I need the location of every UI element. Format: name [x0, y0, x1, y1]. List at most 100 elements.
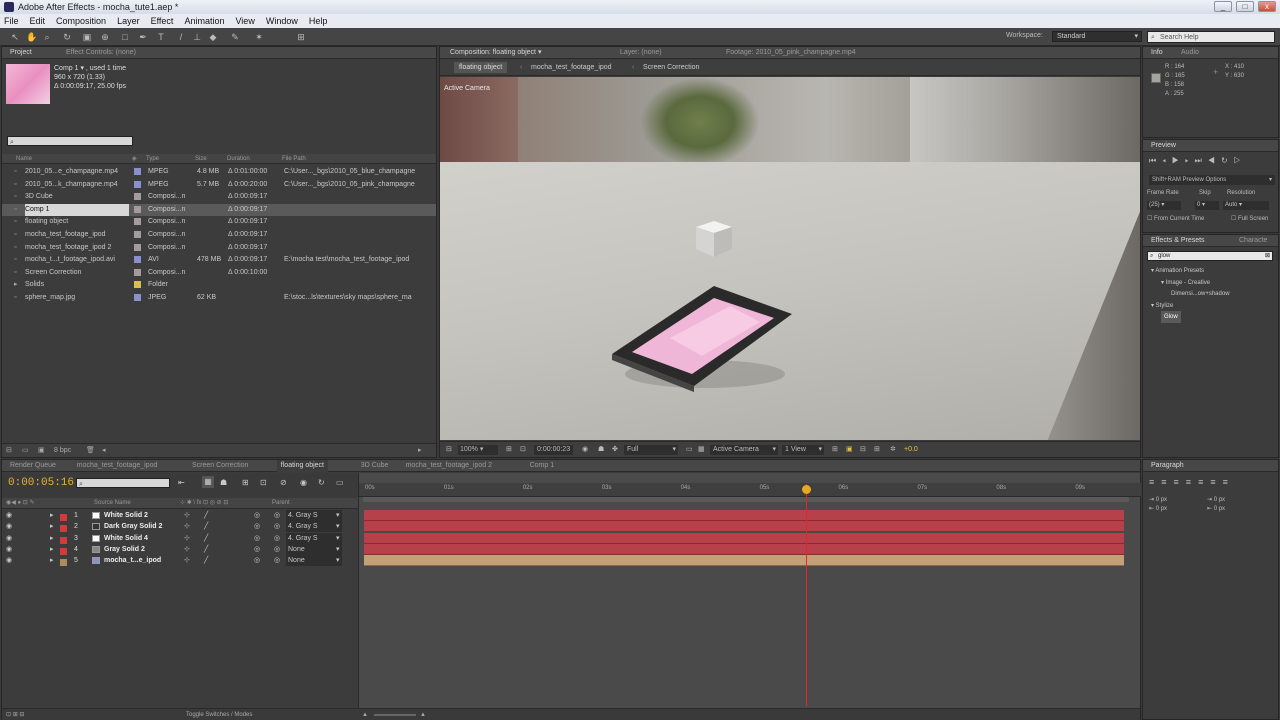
- layer-name[interactable]: Gray Solid 2: [104, 544, 145, 555]
- label-swatch[interactable]: [134, 231, 141, 238]
- col-path[interactable]: File Path: [282, 154, 306, 164]
- search-help-input[interactable]: ⌕ Search Help: [1147, 31, 1275, 43]
- label-swatch[interactable]: [134, 168, 141, 175]
- space-before-field[interactable]: ⇤ 0 px: [1149, 505, 1167, 514]
- show-snapshot-icon[interactable]: ☗: [598, 442, 604, 458]
- rectangle-tool-icon[interactable]: □: [120, 32, 130, 42]
- play-icon[interactable]: ▶: [1172, 156, 1185, 165]
- layer-label-swatch[interactable]: [60, 547, 67, 555]
- project-item[interactable]: ▫ sphere_map.jpg JPEG 62 KB E:\stoc...ls\tex…: [2, 292, 436, 304]
- label-swatch[interactable]: [134, 218, 141, 226]
- color-channel-icon[interactable]: ✤: [612, 442, 618, 458]
- zoom-select[interactable]: 100% ▾: [458, 445, 498, 455]
- close-icon[interactable]: ▾: [538, 49, 542, 56]
- label-col-icon[interactable]: ◈: [132, 154, 137, 164]
- menu-layer[interactable]: Layer: [117, 14, 140, 28]
- 3d-layer-icon[interactable]: ◎: [254, 555, 260, 566]
- effects-search-input[interactable]: ⌕ glow ⊠: [1147, 251, 1273, 261]
- layer-label-swatch[interactable]: [60, 536, 67, 544]
- rotate-tool-icon[interactable]: ↻: [62, 32, 72, 42]
- exposure-value[interactable]: +0.0: [904, 442, 918, 458]
- layer-name[interactable]: Dark Gray Solid 2: [104, 521, 162, 532]
- tab-composition[interactable]: Composition: floating object ▾: [446, 47, 545, 59]
- 3d-layer-icon[interactable]: ◎: [254, 521, 260, 532]
- project-item[interactable]: ▫ Screen Correction Composi...n Δ 0:00:10:0…: [2, 267, 436, 279]
- tab-effect-controls[interactable]: Effect Controls: (none): [62, 47, 140, 59]
- brush-tool-icon[interactable]: /: [176, 32, 186, 42]
- timeline-icon[interactable]: ⊟: [860, 442, 866, 458]
- zoom-tool-icon[interactable]: ⌕: [42, 32, 52, 42]
- workspace-select[interactable]: Standard ▾: [1052, 31, 1142, 42]
- mask-icon[interactable]: ⊡: [520, 442, 526, 458]
- col-size[interactable]: Size: [195, 154, 207, 164]
- 3d-layer-icon[interactable]: ◎: [254, 533, 260, 544]
- shy-switch-icon[interactable]: ⊹: [184, 521, 190, 532]
- parent-pickwhip-icon[interactable]: ◎: [274, 533, 280, 544]
- pan-behind-tool-icon[interactable]: ⊕: [100, 32, 110, 42]
- hand-tool-icon[interactable]: ✋: [26, 32, 37, 42]
- layer-name[interactable]: White Solid 2: [104, 510, 148, 521]
- col-duration[interactable]: Duration: [227, 154, 250, 164]
- layer-search-input[interactable]: ⌕: [76, 478, 170, 488]
- camera-tool-icon[interactable]: ▣: [82, 32, 92, 42]
- timeline-tab[interactable]: Comp 1: [526, 460, 559, 472]
- pen-tool-icon[interactable]: ✒: [138, 32, 148, 42]
- grid-icon[interactable]: ⊞: [506, 442, 512, 458]
- trash-icon[interactable]: 🗑: [86, 444, 95, 458]
- justify-right-icon[interactable]: ≡: [1210, 477, 1222, 487]
- label-swatch[interactable]: [134, 180, 141, 188]
- col-type[interactable]: Type: [146, 154, 159, 164]
- transparency-icon[interactable]: ▦: [698, 442, 705, 458]
- prev-frame-icon[interactable]: ◂: [1162, 156, 1172, 165]
- roto-brush-tool-icon[interactable]: ✎: [230, 32, 240, 42]
- parent-select[interactable]: None: [286, 555, 342, 567]
- expand-icon[interactable]: ▸: [50, 533, 54, 544]
- ram-preview-icon[interactable]: ▷: [1234, 156, 1247, 165]
- breadcrumb-screen-correction[interactable]: Screen Correction: [643, 60, 699, 76]
- label-swatch[interactable]: [134, 294, 141, 301]
- timeline-tab[interactable]: floating object: [276, 460, 328, 472]
- effects-tree-item[interactable]: Dimensi...ow+shadow: [1171, 288, 1230, 300]
- comp-mini-flowchart-icon[interactable]: ⇤: [178, 478, 185, 487]
- time-ruler[interactable]: 00s 01s 02s 03s 04s 05s 06s 07s 08s 09s: [359, 483, 1141, 497]
- menu-composition[interactable]: Composition: [56, 14, 106, 28]
- toggle-panes-icon[interactable]: ⊡ ⊞ ⊟: [6, 709, 24, 720]
- effects-tree-item[interactable]: ▾ Stylize: [1151, 300, 1173, 312]
- justify-left-icon[interactable]: ≡: [1186, 477, 1198, 487]
- brainstorm-icon[interactable]: ⊘: [280, 478, 287, 487]
- menu-file[interactable]: File: [4, 14, 19, 28]
- indent-right-field[interactable]: ⇥ 0 px: [1207, 496, 1225, 505]
- project-item[interactable]: ▫ mocha_test_footage_ipod Composi...n Δ 0:0…: [2, 229, 436, 241]
- layer-row[interactable]: ◉ ▸ 2 Dark Gray Solid 2 ⊹ ╱ ◎ ◎ 4. Gray S ▾: [2, 521, 358, 533]
- toggle-pixel-icon[interactable]: ⊞: [832, 442, 838, 458]
- col-source-name[interactable]: Source Name: [94, 498, 131, 509]
- justify-all-icon[interactable]: ≡: [1223, 477, 1235, 487]
- view-layout-select[interactable]: 1 View ▾: [782, 445, 824, 455]
- parent-pickwhip-icon[interactable]: ◎: [274, 521, 280, 532]
- menu-window[interactable]: Window: [266, 14, 298, 28]
- menu-animation[interactable]: Animation: [184, 14, 224, 28]
- layer-row[interactable]: ◉ ▸ 3 White Solid 4 ⊹ ╱ ◎ ◎ 4. Gray S ▾: [2, 532, 358, 544]
- effects-tree-item[interactable]: Glow: [1161, 311, 1181, 323]
- new-folder-icon[interactable]: ▭: [22, 444, 29, 458]
- minimize-button[interactable]: _: [1214, 1, 1232, 12]
- clone-tool-icon[interactable]: ⊥: [192, 32, 202, 42]
- align-right-icon[interactable]: ≡: [1174, 477, 1186, 487]
- shy-switch-icon[interactable]: ⊹: [184, 544, 190, 555]
- quality-switch-icon[interactable]: ╱: [204, 521, 208, 532]
- tab-paragraph[interactable]: Paragraph: [1147, 460, 1188, 472]
- timeline-tab[interactable]: 3D Cube: [357, 460, 393, 472]
- menu-help[interactable]: Help: [309, 14, 328, 28]
- parent-select[interactable]: 4. Gray S: [286, 521, 342, 533]
- expand-icon[interactable]: ▸: [50, 510, 54, 521]
- layer-row[interactable]: ◉ ▸ 1 White Solid 2 ⊹ ╱ ◎ ◎ 4. Gray S ▾: [2, 510, 358, 521]
- col-name[interactable]: Name: [16, 154, 32, 164]
- layer-label-swatch[interactable]: [60, 559, 67, 567]
- project-item[interactable]: ▫ 2010_05...e_champagne.mp4 MPEG 4.8 MB Δ 0:…: [2, 166, 436, 178]
- col-parent[interactable]: Parent: [272, 498, 290, 509]
- live-update-icon[interactable]: ▭: [336, 478, 344, 487]
- effects-tree-item[interactable]: ▾ Animation Presets: [1151, 265, 1204, 277]
- layer-name[interactable]: mocha_t...e_ipod: [104, 555, 161, 566]
- expand-icon[interactable]: ▸: [50, 521, 54, 532]
- parent-select[interactable]: 4. Gray S: [286, 532, 342, 544]
